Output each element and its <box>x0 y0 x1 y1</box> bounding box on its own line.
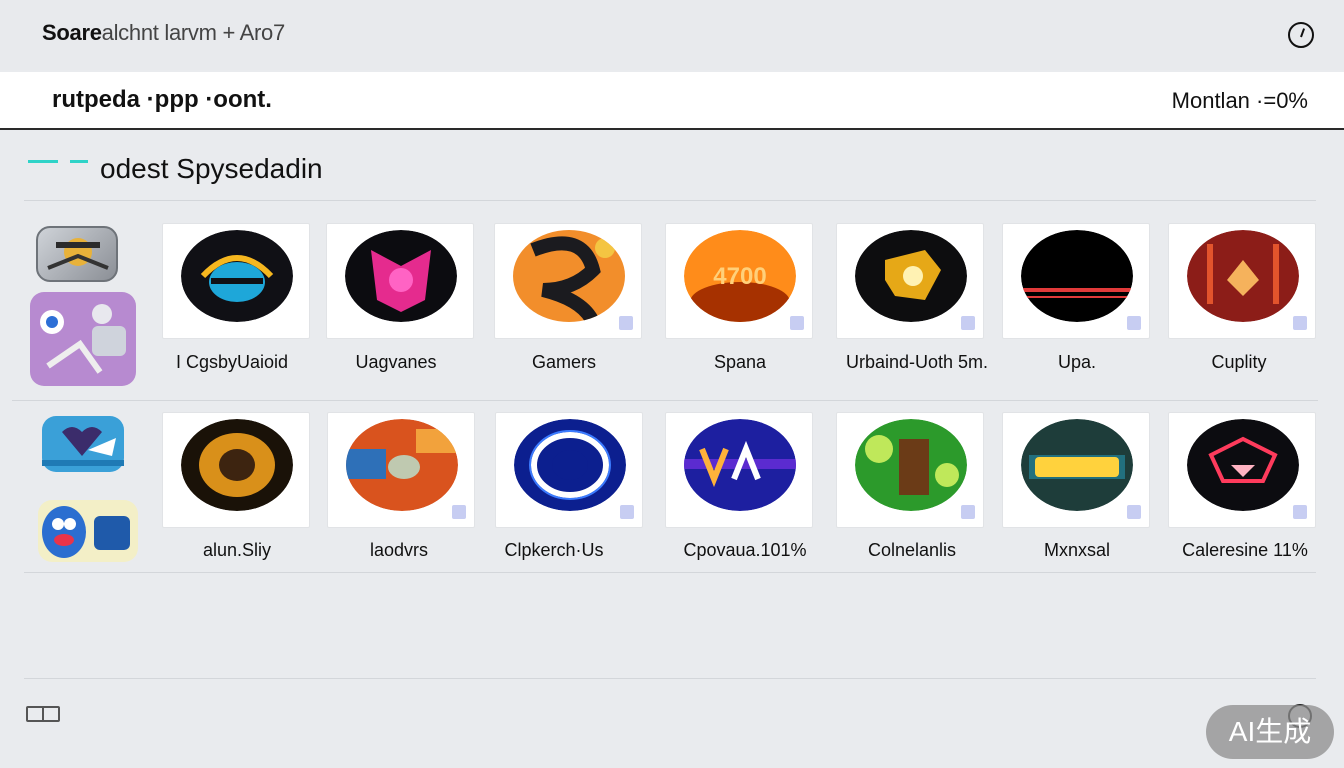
side-thumbnail-2[interactable] <box>30 292 136 386</box>
title-bar: Soarealchnt larvm + Aro7 <box>0 0 1344 70</box>
orange-badge-icon: 4700 <box>684 230 796 322</box>
blue-target-icon <box>514 419 626 511</box>
heading-accent-secondary <box>70 160 88 163</box>
neon-text-icon <box>1021 419 1133 511</box>
heading-divider <box>24 200 1316 201</box>
patchwork-icon <box>346 419 458 511</box>
app-card[interactable] <box>494 223 642 339</box>
app-title[interactable]: Cpovaua.101% <box>660 540 830 561</box>
side-thumbnail-1[interactable] <box>36 226 118 282</box>
window-title: Soarealchnt larvm + Aro7 <box>42 20 285 46</box>
window-title-bold: Soare <box>42 20 102 45</box>
section-title: odest Spysedadin <box>100 153 323 184</box>
window-title-rest: alchnt larvm + Aro7 <box>101 20 286 45</box>
app-card[interactable] <box>1002 412 1150 528</box>
app-title[interactable]: laodvrs <box>314 540 484 561</box>
app-title[interactable]: Caleresine 11% <box>1160 540 1330 561</box>
platform-chip <box>1293 505 1307 519</box>
black-red-stripe-icon <box>1021 230 1133 322</box>
pirate-character-icon <box>47 238 109 270</box>
platform-chip <box>961 505 975 519</box>
monster-duo-icon <box>42 506 130 558</box>
app-title[interactable]: Colnelanlis <box>827 540 997 561</box>
neon-mask-icon <box>1187 419 1299 511</box>
orange-swirl-icon <box>513 230 625 322</box>
app-card[interactable] <box>836 412 984 528</box>
red-forest-icon <box>1187 230 1299 322</box>
platform-chip <box>961 316 975 330</box>
app-title[interactable]: Uagvanes <box>311 352 481 373</box>
platform-chip <box>1127 505 1141 519</box>
valpha-logo-icon <box>684 419 796 511</box>
app-card[interactable] <box>1002 223 1150 339</box>
platform-chip <box>1127 316 1141 330</box>
app-title[interactable]: Urbaind-Uoth 5m. <box>832 352 1002 373</box>
controller-robot-icon <box>40 304 126 374</box>
row-divider <box>24 572 1316 573</box>
app-card[interactable] <box>162 412 310 528</box>
app-title[interactable]: I CgsbyUaioid <box>147 352 317 373</box>
app-title[interactable]: alun.Sliy <box>152 540 322 561</box>
app-card[interactable] <box>326 223 474 339</box>
app-title[interactable]: Clpkerch·Us <box>469 540 639 561</box>
heading-accent <box>28 160 58 163</box>
app-title[interactable]: Gamers <box>479 352 649 373</box>
app-title[interactable]: Spana <box>655 352 825 373</box>
platform-chip <box>1293 316 1307 330</box>
app-card[interactable] <box>162 223 310 339</box>
app-title[interactable]: Mxnxsal <box>992 540 1162 561</box>
app-card[interactable]: 4700 <box>665 223 813 339</box>
platform-chip <box>620 505 634 519</box>
app-card[interactable] <box>665 412 813 528</box>
search-meta: Montlan ·=0% <box>1171 88 1308 113</box>
side-thumbnail-4[interactable] <box>38 500 138 562</box>
search-query[interactable]: rutpeda ·ppp ·oont. <box>52 86 272 114</box>
ai-generated-badge: AI生成 <box>1206 705 1334 759</box>
row-divider <box>12 400 1318 401</box>
app-card[interactable] <box>327 412 475 528</box>
app-title[interactable]: Upa. <box>992 352 1162 373</box>
pink-creature-icon <box>345 230 457 322</box>
app-card[interactable] <box>1168 223 1316 339</box>
svg-text:4700: 4700 <box>713 263 766 290</box>
app-card[interactable] <box>1168 412 1316 528</box>
app-title[interactable]: Cuplity <box>1154 352 1324 373</box>
platform-chip <box>619 316 633 330</box>
platform-chip <box>452 505 466 519</box>
shield-helmet-icon <box>181 230 293 322</box>
green-village-icon <box>855 419 967 511</box>
footer-divider <box>24 678 1316 679</box>
gold-emblem-icon <box>855 230 967 322</box>
clock-icon[interactable] <box>1288 22 1314 48</box>
app-card[interactable] <box>495 412 643 528</box>
speech-heart-icon <box>42 427 124 466</box>
app-card[interactable] <box>836 223 984 339</box>
section-heading: odest Spysedadin <box>28 150 1318 190</box>
platform-chip <box>790 316 804 330</box>
search-bar[interactable]: rutpeda ·ppp ·oont. Montlan ·=0% <box>0 72 1344 130</box>
layout-toggle-icon[interactable] <box>26 706 60 722</box>
gold-ring-icon <box>181 419 293 511</box>
side-thumbnail-3[interactable] <box>42 416 124 472</box>
